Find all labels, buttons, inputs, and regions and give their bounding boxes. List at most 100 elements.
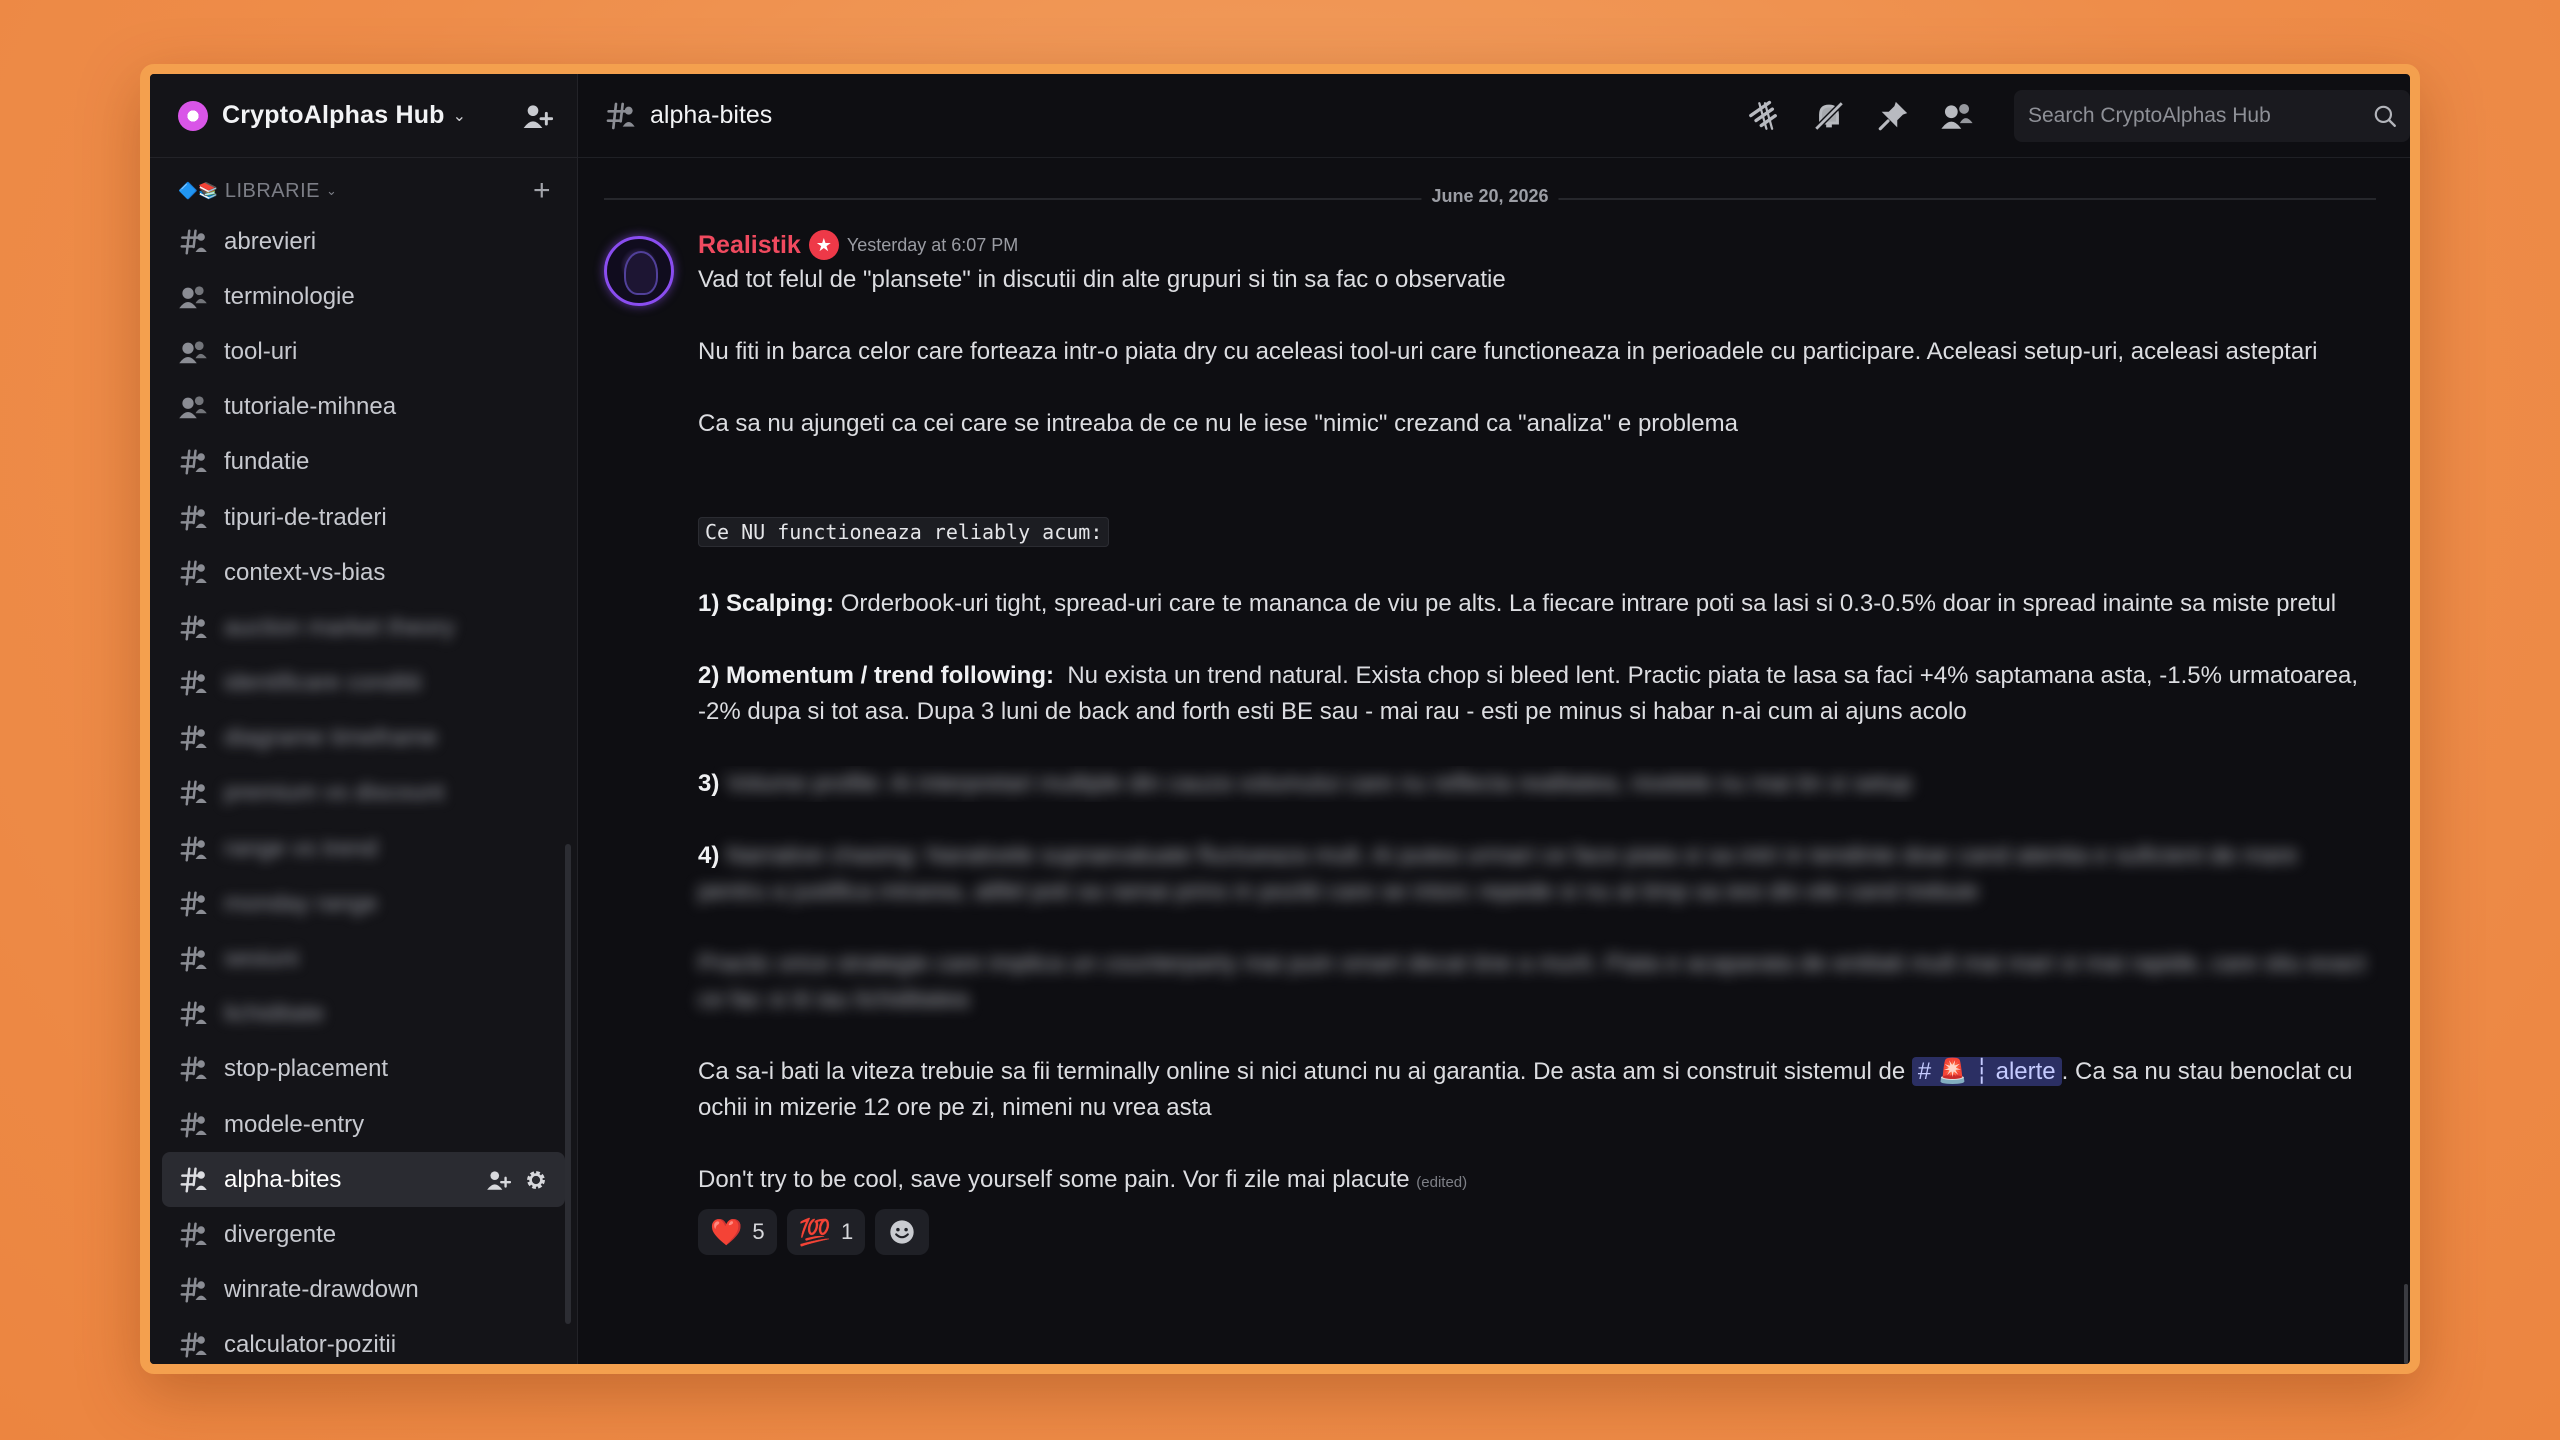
reaction-100[interactable]: 💯 1 — [786, 1209, 866, 1255]
message-paragraph: Don't try to be cool, save yourself some… — [698, 1162, 2370, 1201]
gear-icon[interactable] — [523, 1167, 549, 1193]
message-header: Realistik ★ Yesterday at 6:07 PM — [698, 228, 2370, 262]
channel-item[interactable]: context-vs-bias — [162, 545, 565, 600]
inline-code: Ce NU functioneaza reliably acum: — [698, 517, 1110, 547]
text-channel-icon — [178, 1330, 208, 1360]
channel-item[interactable]: divergente — [162, 1207, 565, 1262]
heart-icon: ❤️ — [710, 1217, 743, 1247]
channel-list: abrevieri terminologie tool-uri tutorial… — [150, 214, 577, 1364]
chevron-down-icon: ⌄ — [326, 183, 338, 198]
forum-channel-icon — [178, 392, 208, 422]
smiley-icon — [890, 1220, 914, 1244]
member-list-icon[interactable] — [1940, 99, 1974, 133]
channel-label: winrate-drawdown — [224, 1276, 419, 1304]
siren-icon: 🚨 — [1937, 1058, 1968, 1085]
list-item: 1) Scalping: Orderbook-uri tight, spread… — [698, 586, 2370, 622]
pin-icon[interactable] — [1876, 99, 1910, 133]
message-paragraph: Vad tot felul de "plansete" in discutii … — [698, 266, 1506, 293]
list-item: 3) Volume profile: Ai interpretari multi… — [698, 766, 2370, 802]
reactions-bar: ❤️ 5 💯 1 — [698, 1209, 2370, 1255]
text-channel-icon — [178, 723, 208, 753]
mention-name: alerte — [1995, 1058, 2056, 1085]
channel-item[interactable]: tool-uri — [162, 324, 565, 379]
avatar[interactable] — [604, 236, 674, 306]
channel-item[interactable]: stop-placement — [162, 1042, 565, 1097]
message-content: Realistik ★ Yesterday at 6:07 PM Vad tot… — [698, 230, 2370, 1255]
text-channel-icon — [178, 944, 208, 974]
server-header[interactable]: CryptoAlphas Hub ⌄ — [150, 74, 577, 158]
role-badge-icon: ★ — [808, 230, 839, 260]
channel-mention[interactable]: # 🚨 ┆ alerte — [1911, 1057, 2062, 1086]
reaction-heart[interactable]: ❤️ 5 — [698, 1209, 777, 1255]
text-channel-icon — [178, 227, 208, 257]
channel-item[interactable]: tipuri-de-traderi — [162, 490, 565, 545]
channel-item[interactable]: identificare conditii — [162, 656, 565, 711]
author-name[interactable]: Realistik — [698, 227, 801, 263]
search-placeholder: Search CryptoAlphas Hub — [2028, 103, 2271, 127]
channel-header: alpha-bites Search CryptoAlphas Hub — [578, 74, 2410, 158]
channel-item[interactable]: tutoriale-mihnea — [162, 380, 565, 435]
channel-item[interactable]: auction market theory — [162, 600, 565, 655]
channel-item[interactable]: monday range — [162, 876, 565, 931]
date-label: June 20, 2026 — [1421, 186, 1559, 207]
message-paragraph: Ca sa nu ajungeti ca cei care se intreab… — [698, 410, 1738, 437]
last-line: Don't try to be cool, save yourself some… — [698, 1166, 1410, 1193]
main-panel: alpha-bites Search CryptoAlphas Hub June… — [578, 74, 2410, 1364]
channel-item[interactable]: terminologie — [162, 269, 565, 324]
search-input[interactable]: Search CryptoAlphas Hub — [2014, 89, 2410, 142]
category-header[interactable]: 🔷📚 LIBRARIE ⌄ + — [150, 168, 577, 214]
item-number: 3) — [698, 770, 720, 797]
channel-item[interactable]: sesiuni — [162, 931, 565, 986]
reaction-count: 1 — [841, 1219, 854, 1244]
text-channel-icon — [178, 668, 208, 698]
channel-label: monday range — [224, 889, 378, 917]
code-line: Ce NU functioneaza reliably acum: — [698, 514, 2370, 550]
message[interactable]: Realistik ★ Yesterday at 6:07 PM Vad tot… — [578, 200, 2410, 1255]
channel-item[interactable]: winrate-drawdown — [162, 1263, 565, 1318]
app-window: CryptoAlphas Hub ⌄ 🔷📚 LIBRARIE ⌄ + abrev… — [140, 64, 2420, 1374]
threads-icon[interactable] — [1748, 99, 1782, 133]
channel-item[interactable]: diagrame timeframe — [162, 711, 565, 766]
channel-label: stop-placement — [224, 1055, 389, 1083]
channel-item[interactable]: abrevieri — [162, 214, 565, 269]
channel-label: diagrame timeframe — [224, 724, 438, 752]
channel-label: calculator-pozitii — [224, 1331, 397, 1359]
channel-label: modele-entry — [224, 1110, 365, 1138]
channel-item[interactable]: premium vs discount — [162, 766, 565, 821]
channel-item[interactable]: fundatie — [162, 435, 565, 490]
channel-item[interactable]: modele-entry — [162, 1097, 565, 1152]
category-label: LIBRARIE — [224, 179, 320, 202]
invite-members-icon[interactable] — [521, 100, 553, 132]
invite-icon[interactable] — [485, 1167, 511, 1193]
server-icon — [178, 100, 208, 131]
text-channel-icon — [178, 1220, 208, 1250]
channel-item[interactable]: range vs trend — [162, 821, 565, 876]
channel-item[interactable]: calculator-pozitii — [162, 1318, 565, 1364]
channel-item[interactable]: lichiditate — [162, 987, 565, 1042]
channel-item-active[interactable]: alpha-bites — [162, 1152, 565, 1208]
text-channel-icon — [178, 1275, 208, 1305]
category-emoji: 🔷📚 — [178, 183, 219, 200]
date-divider: June 20, 2026 — [604, 186, 2376, 207]
item-title: 2) Momentum / trend following: — [698, 662, 1054, 689]
channel-label: terminologie — [224, 282, 355, 310]
channel-label: identificare conditii — [224, 669, 422, 697]
create-channel-icon[interactable]: + — [533, 174, 551, 208]
mention-separator: ┆ — [1974, 1058, 1989, 1085]
channel-label: divergente — [224, 1220, 337, 1248]
channel-label: tool-uri — [224, 337, 298, 365]
chat-scrollbar[interactable] — [2404, 1284, 2408, 1364]
mute-bell-icon[interactable] — [1812, 99, 1846, 133]
channel-label: premium vs discount — [224, 779, 445, 807]
channel-sidebar: CryptoAlphas Hub ⌄ 🔷📚 LIBRARIE ⌄ + abrev… — [150, 74, 578, 1364]
text-channel-icon — [178, 834, 208, 864]
item-number: 4) — [698, 842, 720, 869]
sidebar-scrollbar[interactable] — [565, 844, 571, 1324]
list-item: 2) Momentum / trend following: Nu exista… — [698, 658, 2370, 730]
add-reaction-button[interactable] — [875, 1209, 930, 1255]
edited-label: (edited) — [1416, 1174, 1468, 1191]
mention-hash: # — [1917, 1058, 1932, 1085]
timestamp: Yesterday at 6:07 PM — [846, 235, 1019, 255]
text-channel-icon — [604, 100, 636, 132]
server-name: CryptoAlphas Hub — [222, 101, 445, 129]
